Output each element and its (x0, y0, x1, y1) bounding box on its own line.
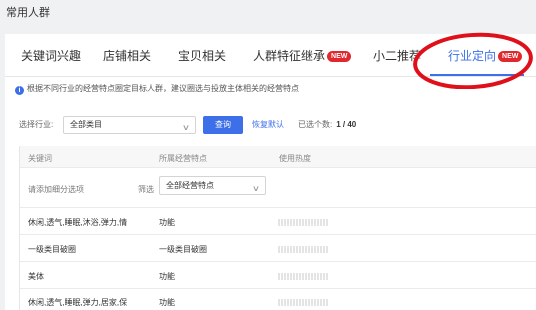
selected-count-label: 已选个数: (298, 120, 333, 129)
tab-label: 人群特征继承 (253, 49, 326, 63)
active-tab-indicator (430, 74, 524, 76)
feature-cell: 功能 (159, 298, 175, 307)
selected-count-value: 1 / 40 (336, 120, 357, 129)
tab-industry-targeting[interactable]: 行业定向 NEW (448, 47, 523, 64)
tab-shop-related[interactable]: 店铺相关 (103, 47, 151, 64)
industry-select-value: 全部类目 (70, 120, 102, 129)
info-icon: i (15, 86, 24, 95)
heat-bar (278, 273, 328, 280)
column-header-keyword: 关键词 (28, 154, 52, 163)
tab-bar: 关键词兴趣 店铺相关 宝贝相关 人群特征继承 NEW 小二推荐 行业定向 NEW (5, 34, 536, 77)
keyword-cell: 一级类目破圈 (28, 245, 76, 254)
info-text: 根据不同行业的经营特点圈定目标人群，建议圈选与投放主体相关的经营特点 (27, 84, 299, 93)
page-title: 常用人群 (6, 7, 50, 19)
new-badge: NEW (327, 51, 352, 62)
tab-label: 关键词兴趣 (21, 49, 82, 63)
chevron-down-icon: ∨ (181, 123, 191, 132)
tab-staff-recommend[interactable]: 小二推荐 (373, 47, 421, 64)
selected-count: 已选个数: 1 / 40 (298, 119, 356, 130)
keyword-cell: 休闲,透气,睡眠,沐浴,弹力,情 (28, 218, 128, 227)
feature-cell: 一级类目破圈 (159, 245, 207, 254)
table-row[interactable]: 一级类目破圈 一级类目破圈 (20, 236, 536, 262)
tab-item-related[interactable]: 宝贝相关 (178, 47, 226, 64)
industry-label: 选择行业: (19, 120, 54, 129)
table-header: 关键词 所属经营特点 使用热度 (20, 146, 536, 168)
heat-bar (278, 219, 328, 226)
tab-label: 店铺相关 (103, 49, 152, 63)
chevron-down-icon: ∨ (251, 184, 261, 193)
column-header-feature: 所属经营特点 (159, 154, 207, 163)
table-row[interactable]: 美体 功能 (20, 263, 536, 289)
table-filter-row: 请添加细分选项 筛选 全部经营特点 ∨ (20, 168, 536, 208)
new-badge: NEW (498, 51, 523, 62)
tab-crowd-inheritance[interactable]: 人群特征继承 NEW (253, 47, 352, 64)
table-row[interactable]: 休闲,透气,睡眠,弹力,居家,保 功能 (20, 289, 536, 310)
tab-label: 宝贝相关 (178, 49, 227, 63)
industry-select[interactable]: 全部类目 ∨ (63, 116, 196, 134)
tab-keyword-interest[interactable]: 关键词兴趣 (21, 47, 81, 64)
tab-overflow-fade (417, 48, 429, 64)
feature-filter-value: 全部经营特点 (166, 181, 214, 190)
reset-link[interactable]: 恢复默认 (252, 119, 284, 130)
filter-row: 选择行业: 全部类目 ∨ 查询 恢复默认 已选个数: 1 / 40 (15, 114, 536, 136)
main-panel: 关键词兴趣 店铺相关 宝贝相关 人群特征继承 NEW 小二推荐 行业定向 NEW i… (5, 34, 536, 310)
column-header-heat: 使用热度 (279, 154, 311, 163)
keyword-cell: 休闲,透气,睡眠,弹力,居家,保 (28, 298, 128, 307)
tab-label: 小二推荐 (373, 49, 422, 63)
keyword-cell: 美体 (28, 272, 44, 281)
feature-cell: 功能 (159, 272, 175, 281)
info-bar: i 根据不同行业的经营特点圈定目标人群，建议圈选与投放主体相关的经营特点 (15, 80, 536, 97)
heat-bar (278, 246, 328, 253)
keyword-table: 关键词 所属经营特点 使用热度 请添加细分选项 筛选 全部经营特点 ∨ 休闲,透… (19, 146, 536, 310)
heat-bar (278, 299, 328, 306)
query-button[interactable]: 查询 (203, 116, 243, 134)
subdivision-placeholder[interactable]: 请添加细分选项 (28, 184, 84, 195)
table-row[interactable]: 休闲,透气,睡眠,沐浴,弹力,情 功能 (20, 209, 536, 235)
feature-cell: 功能 (159, 218, 175, 227)
filter-label: 筛选 (138, 185, 154, 194)
feature-filter-select[interactable]: 全部经营特点 ∨ (159, 176, 266, 195)
tab-label: 行业定向 (448, 49, 497, 63)
